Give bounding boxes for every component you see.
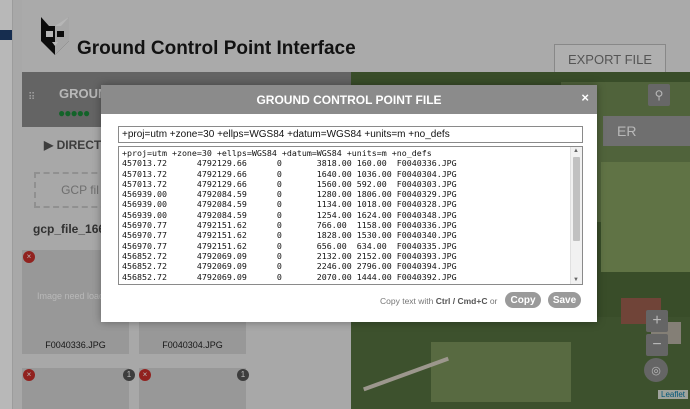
gcp-file-line: 456852.72 4792069.09 0 2246.00 2796.00 F…	[122, 261, 457, 272]
gcp-file-line: 456939.00 4792084.59 0 1280.00 1806.00 F…	[122, 189, 457, 200]
gcp-file-modal: GROUND CONTROL POINT FILE × +proj=utm +z…	[101, 85, 597, 322]
copy-hint: Copy text with Ctrl / Cmd+C or	[380, 296, 497, 306]
gcp-file-line: 457013.72 4792129.66 0 3818.00 160.00 F0…	[122, 158, 457, 169]
gcp-file-line: 456852.72 4792069.09 0 2070.00 1444.00 F…	[122, 271, 457, 282]
gcp-file-line: 456970.77 4792151.62 0 1828.00 1530.00 F…	[122, 230, 457, 241]
gcp-file-line: 456970.77 4792151.62 0 656.00 634.00 F00…	[122, 240, 457, 251]
copy-hint-keys: Ctrl / Cmd+C	[435, 296, 488, 306]
copy-hint-prefix: Copy text with	[380, 296, 436, 306]
modal-header: GROUND CONTROL POINT FILE ×	[101, 85, 597, 114]
modal-title: GROUND CONTROL POINT FILE	[256, 92, 442, 107]
scroll-thumb[interactable]	[573, 157, 580, 241]
copy-hint-suffix: or	[487, 296, 498, 306]
gcp-file-line: 456939.00 4792084.59 0 1134.00 1018.00 F…	[122, 199, 457, 210]
copy-button[interactable]: Copy	[505, 292, 541, 308]
close-icon[interactable]: ×	[581, 90, 589, 105]
gcp-file-textarea[interactable]: +proj=utm +zone=30 +ellps=WGS84 +datum=W…	[118, 146, 583, 285]
gcp-file-line: 456852.72 4792069.09 0 2132.00 2152.00 F…	[122, 250, 457, 261]
scroll-up-icon[interactable]: ▲	[573, 148, 579, 154]
projection-input[interactable]	[118, 126, 583, 143]
gcp-file-line: 456939.00 4792084.59 0 1254.00 1624.00 F…	[122, 209, 457, 220]
gcp-file-line: 457013.72 4792129.66 0 1640.00 1036.00 F…	[122, 168, 457, 179]
textarea-scrollbar[interactable]: ▲ ▼	[570, 147, 582, 284]
gcp-file-lines: +proj=utm +zone=30 +ellps=WGS84 +datum=W…	[122, 148, 457, 282]
gcp-file-line: 456970.77 4792151.62 0 766.00 1158.00 F0…	[122, 220, 457, 231]
save-button[interactable]: Save	[548, 292, 581, 308]
gcp-file-line: +proj=utm +zone=30 +ellps=WGS84 +datum=W…	[122, 148, 432, 158]
scroll-down-icon[interactable]: ▼	[573, 277, 579, 283]
gcp-file-line: 457013.72 4792129.66 0 1560.00 592.00 F0…	[122, 178, 457, 189]
